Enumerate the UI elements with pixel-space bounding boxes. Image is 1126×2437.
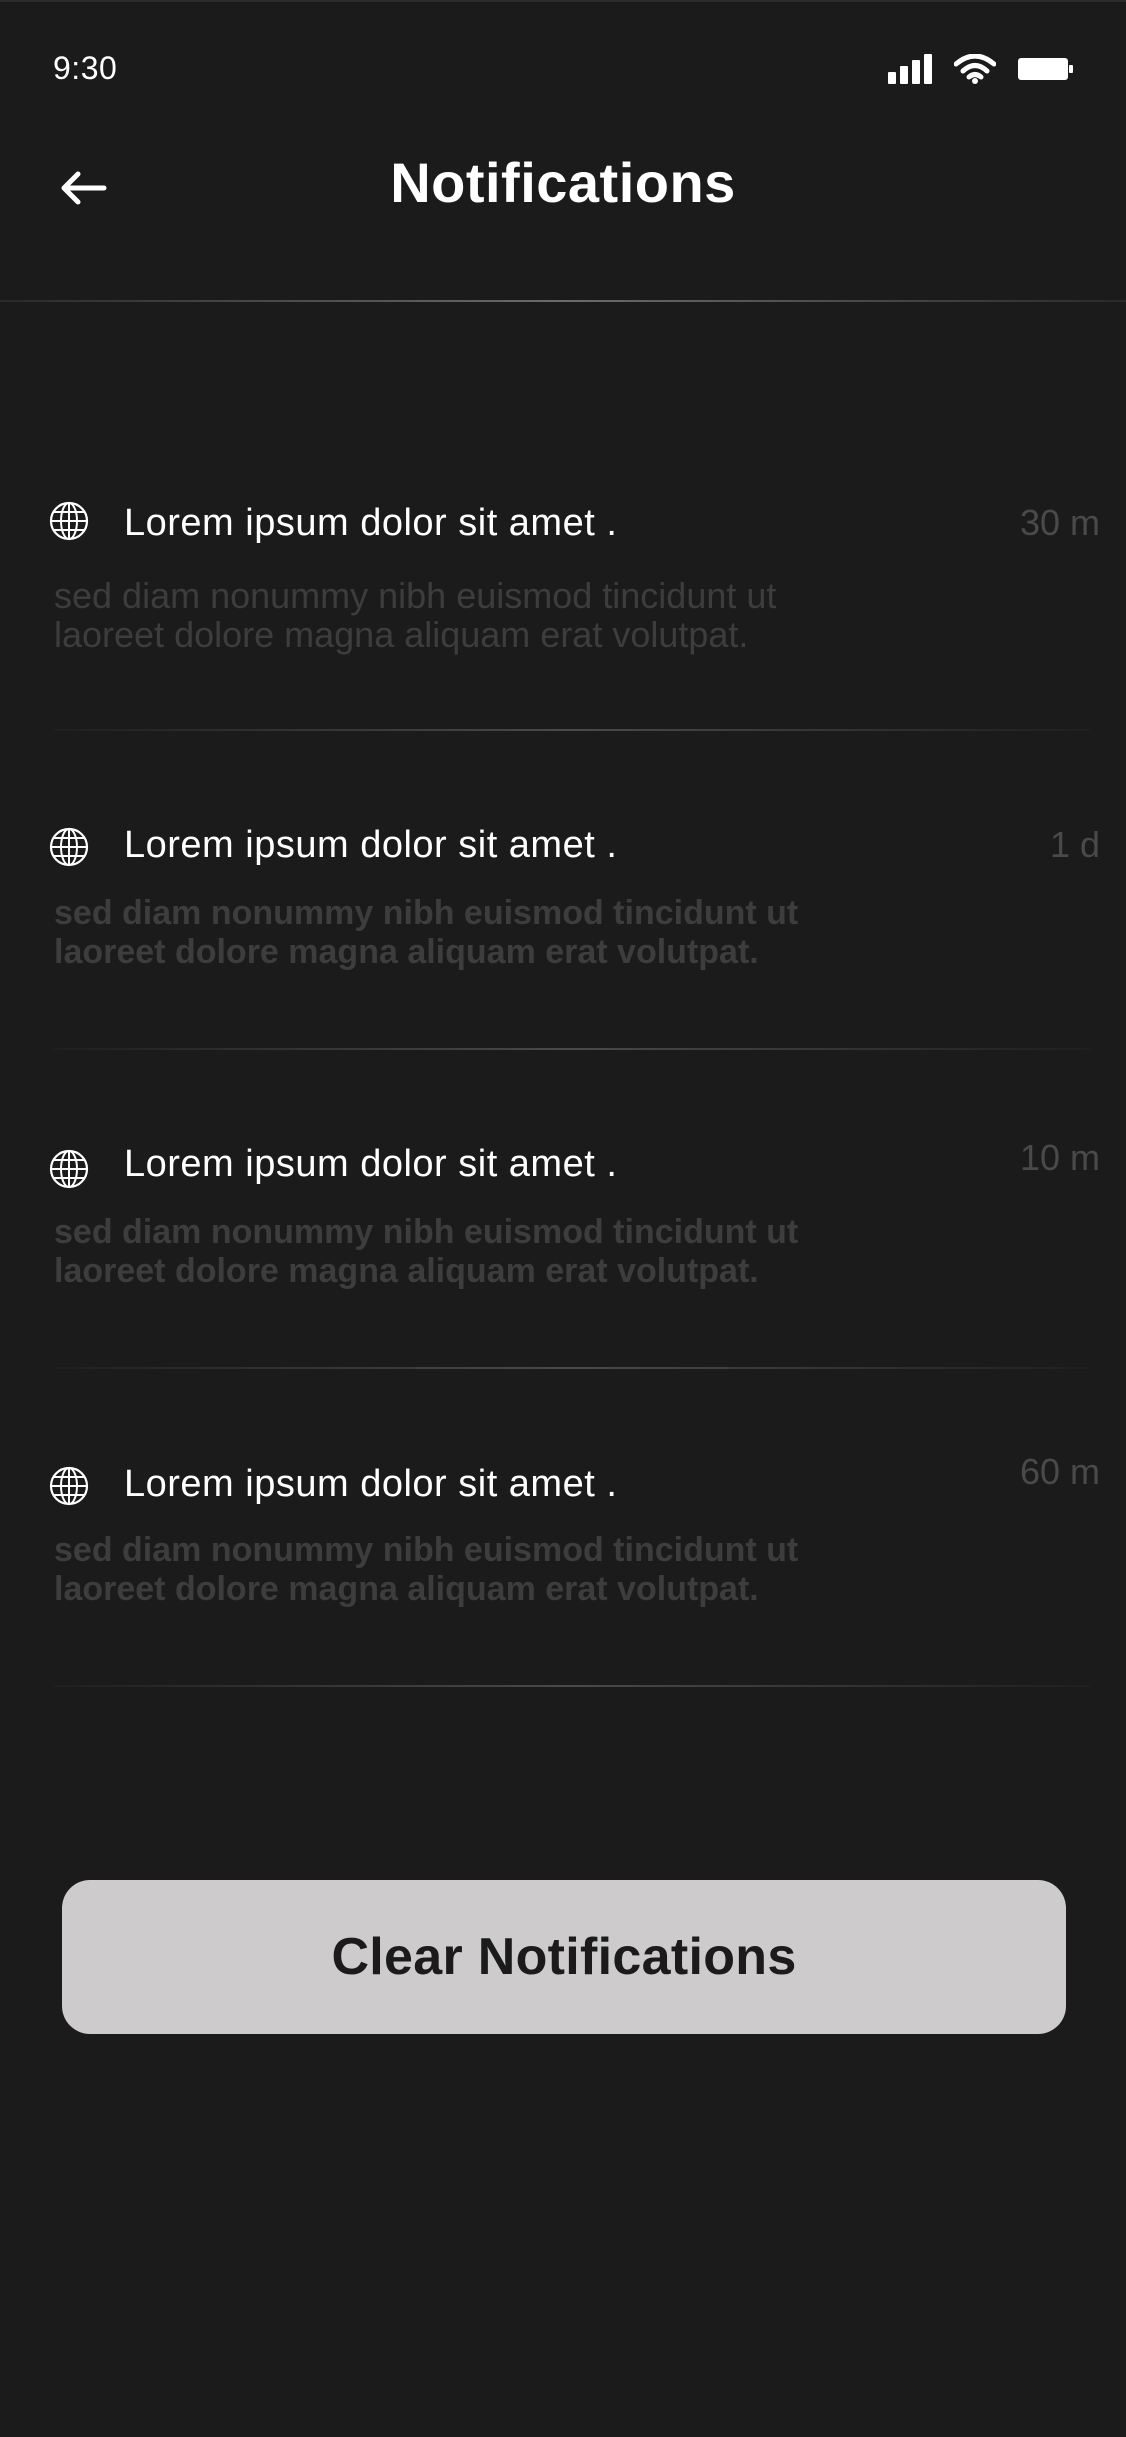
notification-title: Lorem ipsum dolor sit amet . — [124, 1143, 618, 1185]
wifi-icon — [954, 54, 996, 84]
globe-icon — [49, 1466, 89, 1506]
notification-body-line: laoreet dolore magna aliquam erat volutp… — [54, 614, 749, 655]
page-title: Notifications — [390, 151, 736, 214]
notification-time: 10 m — [1019, 1137, 1100, 1178]
notification-body-line: laoreet dolore magna aliquam erat volutp… — [54, 1570, 759, 1608]
notifications-screen: 9:30 Notifications Lorem ipsum dolor sit… — [0, 0, 1126, 2437]
notification-body-line: laoreet dolore magna aliquam erat volutp… — [54, 1252, 759, 1290]
status-icons — [888, 54, 1074, 84]
globe-icon — [49, 1149, 89, 1189]
notification-time: 30 m — [1019, 502, 1100, 543]
notification-divider — [54, 1048, 1090, 1050]
notification-time: 60 m — [1019, 1451, 1100, 1492]
signal-icon — [888, 54, 932, 84]
notification-item[interactable]: Lorem ipsum dolor sit amet . 1 d sed dia… — [0, 814, 1126, 1054]
notification-divider — [54, 729, 1090, 731]
notification-time: 1 d — [1049, 824, 1100, 865]
globe-icon — [49, 827, 89, 867]
header: Notifications — [0, 132, 1126, 302]
notification-divider — [54, 1367, 1090, 1369]
notification-divider — [54, 1685, 1090, 1687]
notification-item[interactable]: Lorem ipsum dolor sit amet . 30 m sed di… — [0, 492, 1126, 732]
notification-title: Lorem ipsum dolor sit amet . — [124, 824, 618, 866]
notification-body-line: sed diam nonummy nibh euismod tincidunt … — [54, 894, 799, 932]
notification-body-line: sed diam nonummy nibh euismod tincidunt … — [54, 1531, 799, 1569]
notification-item[interactable]: Lorem ipsum dolor sit amet . 10 m sed di… — [0, 1133, 1126, 1373]
notification-item[interactable]: Lorem ipsum dolor sit amet . 60 m sed di… — [0, 1451, 1126, 1691]
notification-title: Lorem ipsum dolor sit amet . — [124, 502, 618, 544]
notification-body: sed diam nonummy nibh euismod tincidunt … — [54, 894, 994, 972]
notification-body: sed diam nonummy nibh euismod tincidunt … — [54, 1213, 994, 1291]
notification-body-line: sed diam nonummy nibh euismod tincidunt … — [54, 575, 777, 616]
status-bar: 9:30 — [0, 2, 1126, 132]
notification-body-line: sed diam nonummy nibh euismod tincidunt … — [54, 1213, 799, 1251]
battery-icon — [1018, 58, 1073, 80]
globe-icon — [49, 501, 89, 541]
header-divider — [0, 300, 1126, 302]
notification-title: Lorem ipsum dolor sit amet . — [124, 1463, 618, 1505]
clear-notifications-label: Clear Notifications — [331, 1928, 797, 1986]
status-time: 9:30 — [53, 50, 118, 86]
clear-notifications-button[interactable]: Clear Notifications — [62, 1880, 1066, 2034]
notification-body: sed diam nonummy nibh euismod tincidunt … — [54, 576, 994, 654]
notification-body: sed diam nonummy nibh euismod tincidunt … — [54, 1531, 994, 1609]
notification-body-line: laoreet dolore magna aliquam erat volutp… — [54, 933, 759, 971]
